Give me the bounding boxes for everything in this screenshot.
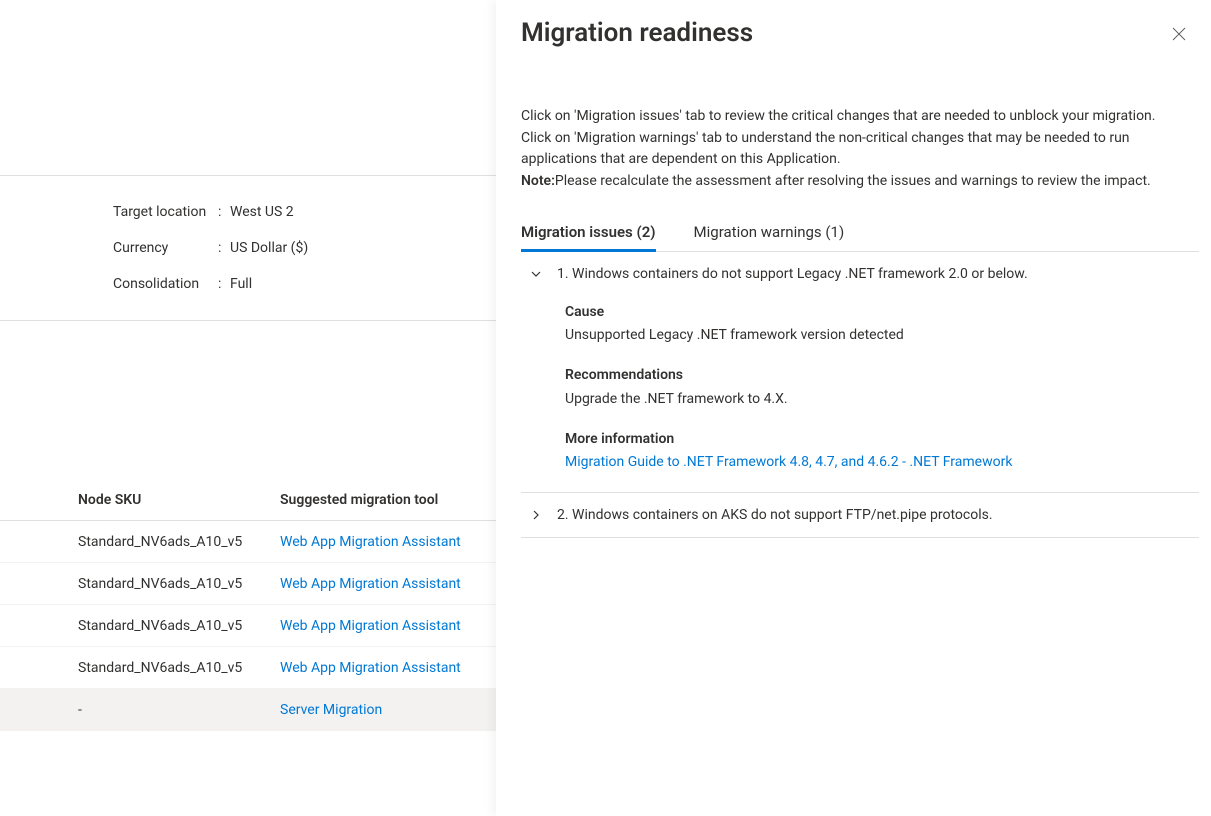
tab-migration-issues[interactable]: Migration issues (2) [521, 215, 656, 251]
panel-title: Migration readiness [521, 18, 753, 48]
note-label: Note: [521, 173, 555, 189]
recommendations-label: Recommendations [565, 365, 1189, 387]
recommendations-text: Upgrade the .NET framework to 4.X. [565, 389, 1189, 411]
chevron-down-icon [529, 268, 543, 280]
kv-value: US Dollar ($) [230, 240, 308, 256]
more-info-label: More information [565, 429, 1189, 451]
cause-label: Cause [565, 302, 1189, 324]
kv-value: Full [230, 276, 252, 292]
issue-item: 2. Windows containers on AKS do not supp… [521, 493, 1199, 538]
issue-list: 1. Windows containers do not support Leg… [521, 252, 1199, 538]
cell-sku: Standard_NV6ads_A10_v5 [0, 660, 280, 676]
tabs: Migration issues (2) Migration warnings … [521, 215, 1199, 252]
issue-title: 1. Windows containers do not support Leg… [557, 266, 1197, 282]
close-button[interactable] [1163, 20, 1195, 52]
panel-header: Migration readiness [521, 14, 1211, 52]
panel-description: Click on 'Migration issues' tab to revie… [521, 106, 1211, 193]
more-info-link[interactable]: Migration Guide to .NET Framework 4.8, 4… [565, 452, 1189, 474]
cell-sku: - [0, 702, 280, 718]
kv-value: West US 2 [230, 204, 294, 220]
tab-migration-warnings[interactable]: Migration warnings (1) [694, 215, 845, 251]
kv-key: Target location [113, 204, 218, 220]
kv-colon: : [218, 276, 230, 292]
col-header-sku[interactable]: Node SKU [0, 492, 280, 508]
kv-key: Consolidation [113, 276, 218, 292]
note-text: Please recalculate the assessment after … [555, 173, 1151, 189]
cell-sku: Standard_NV6ads_A10_v5 [0, 576, 280, 592]
kv-colon: : [218, 204, 230, 220]
kv-colon: : [218, 240, 230, 256]
desc-text: Click on 'Migration issues' tab to revie… [521, 108, 1155, 167]
issue-item: 1. Windows containers do not support Leg… [521, 252, 1199, 493]
issue-title: 2. Windows containers on AKS do not supp… [557, 507, 1197, 523]
issue-header[interactable]: 2. Windows containers on AKS do not supp… [521, 493, 1199, 537]
cause-text: Unsupported Legacy .NET framework versio… [565, 325, 1189, 347]
cell-sku: Standard_NV6ads_A10_v5 [0, 618, 280, 634]
chevron-right-icon [529, 509, 543, 521]
cell-sku: Standard_NV6ads_A10_v5 [0, 534, 280, 550]
close-icon [1172, 27, 1186, 45]
migration-readiness-panel: Migration readiness Click on 'Migration … [496, 0, 1211, 816]
kv-key: Currency [113, 240, 218, 256]
issue-body: Cause Unsupported Legacy .NET framework … [521, 302, 1199, 492]
issue-header[interactable]: 1. Windows containers do not support Leg… [521, 252, 1199, 296]
